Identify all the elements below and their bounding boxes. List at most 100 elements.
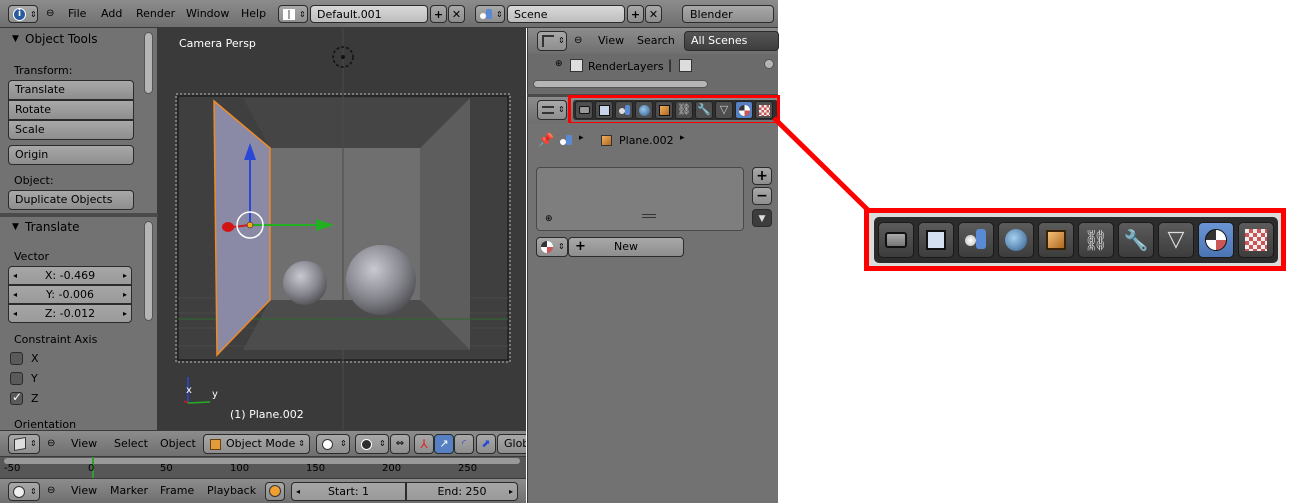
scene-name-field[interactable]: Scene [507,5,625,23]
increment-arrow-icon[interactable]: ▸ [123,267,127,284]
browse-material-button[interactable]: ⇕ [536,237,568,257]
zoomed-constraints-tab[interactable]: ⛓ [1078,222,1114,258]
vector-z-field[interactable]: ◂ Z: -0.012 ▸ [8,304,132,323]
vector-y-field[interactable]: ◂ Y: -0.006 ▸ [8,285,132,304]
add-material-slot-button[interactable]: + [752,167,772,185]
zoomed-object-tab[interactable] [1038,222,1074,258]
zoomed-render-tab[interactable] [878,222,914,258]
add-scene-button[interactable]: + [627,5,644,23]
editor-type-info-button[interactable]: i ⇕ [8,5,38,23]
menu-object[interactable]: Object [160,435,196,453]
menu-frame[interactable]: Frame [160,482,194,500]
origin-button[interactable]: Origin [8,145,134,165]
transform-orientation-dropdown[interactable]: Glob [497,434,526,454]
menu-playback[interactable]: Playback [207,482,256,500]
zoomed-modifiers-tab[interactable]: 🔧 [1118,222,1154,258]
outliner-item-renderlayers[interactable]: RenderLayers [588,60,664,73]
menu-view[interactable]: View [598,32,624,50]
end-frame-field[interactable]: End: 250 ▸ [406,482,518,501]
timeline-scrollbar[interactable] [4,458,520,464]
menu-select[interactable]: Select [114,435,148,453]
menu-render[interactable]: Render [136,5,175,23]
render-engine-dropdown[interactable]: Blender Render [682,5,774,39]
pin-icon[interactable]: 📌 [538,133,554,148]
viewport-shading-dropdown[interactable]: ⇕ [316,434,350,454]
collapse-menu-icon[interactable]: ⊖ [47,435,55,453]
breadcrumb-object-name[interactable]: Plane.002 [619,134,674,147]
constraint-x-checkbox[interactable] [10,352,23,365]
increment-arrow-icon[interactable]: ▸ [509,483,513,500]
scene-icon [965,235,976,246]
collapse-menu-icon[interactable]: ⊖ [46,5,54,23]
start-frame-field[interactable]: ◂ Start: 1 [291,482,406,501]
menu-window[interactable]: Window [186,5,229,23]
operator-panel-scrollbar[interactable] [144,221,153,321]
menu-help[interactable]: Help [241,5,266,23]
object-tools-title[interactable]: Object Tools [25,32,97,46]
menu-marker[interactable]: Marker [110,482,148,500]
preview-range-toggle[interactable] [265,482,285,501]
ruler-tick: 200 [382,463,402,474]
zoomed-world-tab[interactable] [998,222,1034,258]
constraint-y-checkbox[interactable] [10,372,23,385]
translate-button[interactable]: Translate [8,80,134,100]
remove-material-slot-button[interactable]: − [752,187,772,205]
outliner-vscroll-dot[interactable] [764,59,774,69]
add-layout-button[interactable]: + [430,5,447,23]
zoomed-data-tab[interactable]: ▽ [1158,222,1194,258]
collapse-menu-icon[interactable]: ⊖ [574,32,582,50]
manipulate-center-toggle[interactable]: ⇔ [390,434,410,454]
expand-icon[interactable]: ⊕ [555,59,563,69]
collapse-menu-icon[interactable]: ⊖ [47,482,55,500]
decrement-arrow-icon[interactable]: ◂ [296,483,300,500]
new-material-button[interactable]: + New [568,237,684,257]
translate-manipulator-toggle[interactable]: ↗ [434,434,454,454]
outliner-hscrollbar[interactable] [533,80,708,88]
menu-add[interactable]: Add [101,5,122,23]
menu-search[interactable]: Search [637,32,675,50]
material-slots-list[interactable]: ⊕ [536,167,744,231]
object-mode-dropdown[interactable]: Object Mode ⇕ [203,434,310,454]
increment-arrow-icon[interactable]: ▸ [123,286,127,303]
rotate-manipulator-toggle[interactable]: ◜ [454,434,474,454]
decrement-arrow-icon[interactable]: ◂ [13,267,17,284]
scale-button[interactable]: Scale [8,120,134,140]
list-resize-handle[interactable] [642,214,656,218]
decrement-arrow-icon[interactable]: ◂ [13,305,17,322]
scale-manipulator-toggle[interactable]: ⬈ [476,434,496,454]
tool-shelf-scrollbar[interactable] [144,32,153,94]
editor-type-outliner-button[interactable]: ⇕ [537,31,567,51]
decrement-arrow-icon[interactable]: ◂ [13,286,17,303]
scene-selector-button[interactable]: ⇕ [475,5,505,23]
duplicate-objects-button[interactable]: Duplicate Objects [8,190,134,210]
pivot-point-dropdown[interactable]: ⇕ [355,434,389,454]
list-filter-icon[interactable]: ⊕ [545,214,553,224]
translate-panel-title[interactable]: Translate [25,220,80,234]
layout-name-field[interactable]: Default.001 [310,5,428,23]
zoomed-texture-tab[interactable] [1238,222,1274,258]
checker-texture-icon [1245,229,1267,251]
material-specials-button[interactable]: ▼ [752,209,772,227]
panel-collapse-arrow-icon[interactable]: ▼ [12,34,19,44]
manipulator-toggle[interactable]: ⅄ [414,434,434,454]
3d-viewport[interactable]: Camera Persp x y (1) Plane.002 [158,28,526,430]
menu-file[interactable]: File [68,5,86,23]
zoomed-render-layers-tab[interactable] [918,222,954,258]
zoomed-scene-tab[interactable] [958,222,994,258]
vector-x-field[interactable]: ◂ X: -0.469 ▸ [8,266,132,285]
editor-type-timeline-button[interactable]: ⇕ [8,482,40,501]
timeline-ruler[interactable]: -50 0 50 100 150 200 250 [0,456,526,479]
delete-scene-button[interactable]: ✕ [645,5,662,23]
layout-selector-button[interactable]: ⇕ [278,5,308,23]
panel-collapse-arrow-icon[interactable]: ▼ [12,222,19,232]
increment-arrow-icon[interactable]: ▸ [123,305,127,322]
rotate-button[interactable]: Rotate [8,100,134,120]
editor-type-properties-button[interactable]: ⇕ [537,100,567,120]
constraint-z-checkbox[interactable]: ✓ [10,390,23,405]
zoomed-material-tab[interactable] [1198,222,1234,258]
delete-layout-button[interactable]: ✕ [448,5,465,23]
outliner-filter-dropdown[interactable]: All Scenes [684,31,779,51]
menu-view[interactable]: View [71,435,97,453]
menu-view[interactable]: View [71,482,97,500]
editor-type-3dview-button[interactable]: ⇕ [8,434,40,454]
